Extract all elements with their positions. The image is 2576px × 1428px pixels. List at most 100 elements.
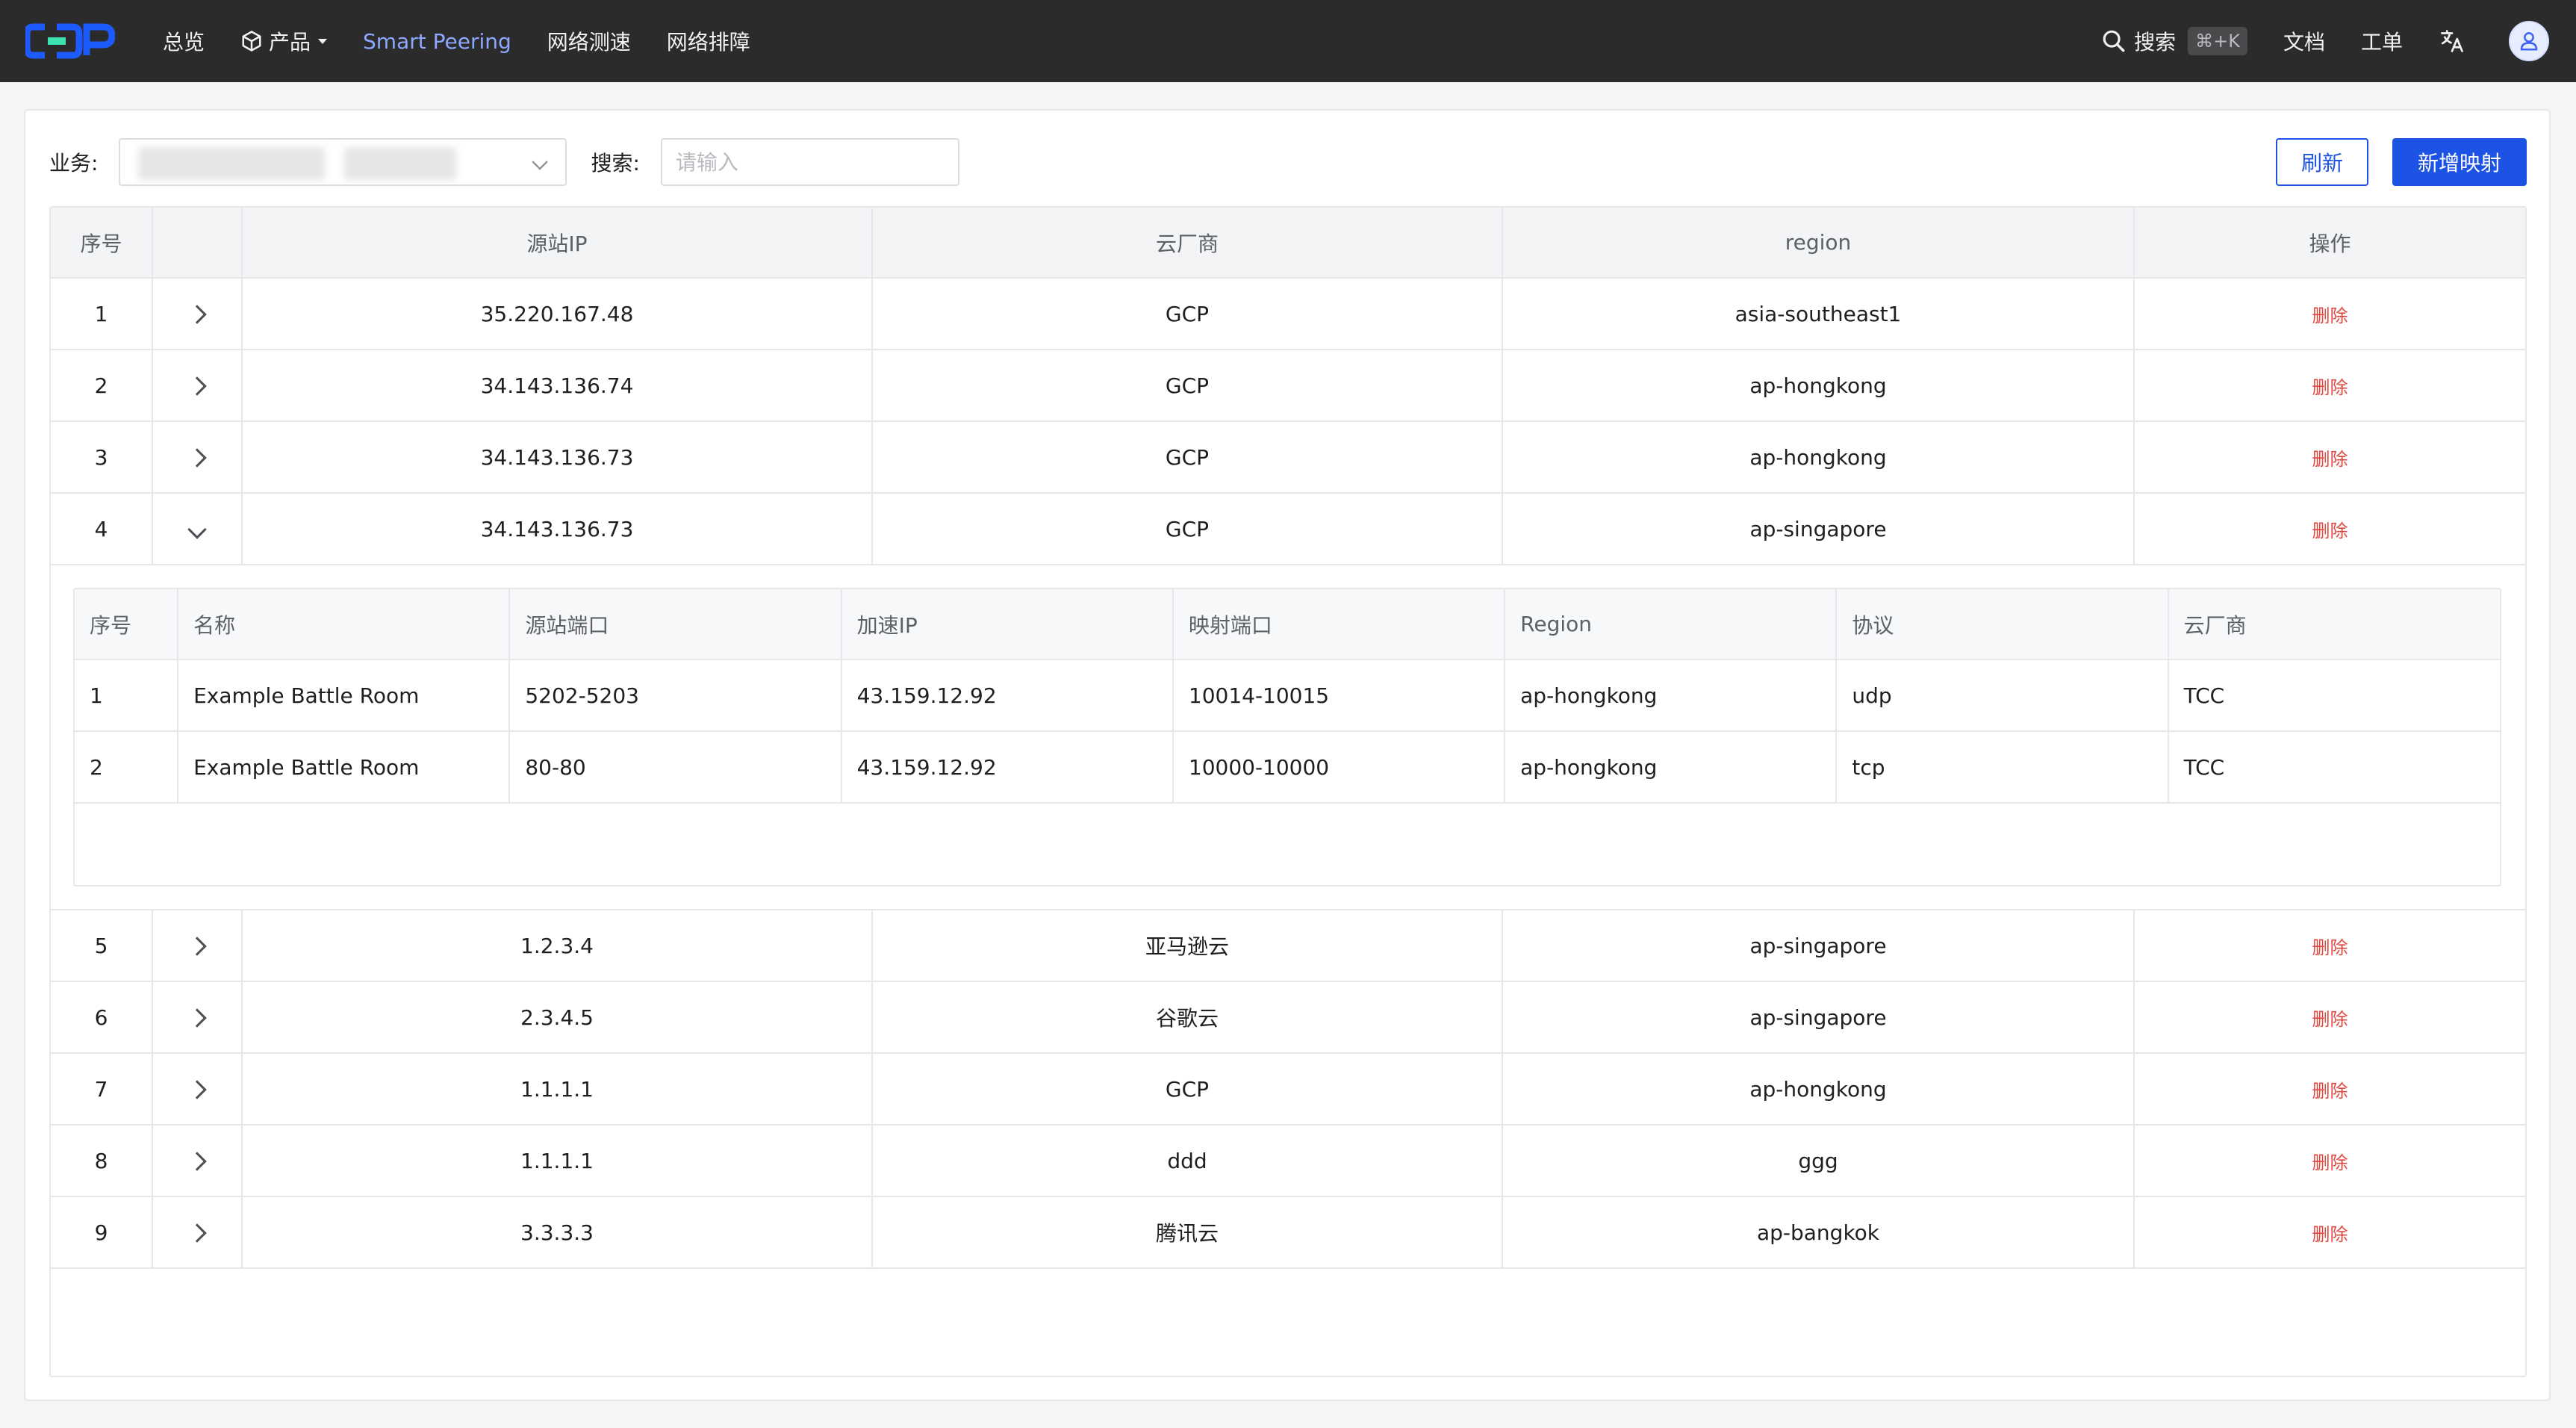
sub-row-region: ap-hongkong bbox=[1505, 659, 1838, 732]
logo-icon[interactable] bbox=[25, 21, 115, 61]
row-actions: 删除 bbox=[2134, 910, 2525, 982]
table-row: 5 1.2.3.4 亚马逊云 ap-singapore 删除 bbox=[51, 910, 2525, 982]
delete-link[interactable]: 删除 bbox=[2312, 1152, 2348, 1173]
row-source-ip: 2.3.4.5 bbox=[242, 981, 873, 1054]
business-select[interactable] bbox=[119, 138, 567, 186]
caret-down-icon bbox=[318, 38, 328, 44]
row-source-ip: 1.2.3.4 bbox=[242, 910, 873, 982]
row-expand-toggle[interactable] bbox=[152, 1196, 243, 1269]
delete-link[interactable]: 删除 bbox=[2312, 1009, 2348, 1030]
row-source-ip: 1.1.1.1 bbox=[242, 1125, 873, 1197]
sub-row-vendor: TCC bbox=[2168, 659, 2500, 732]
row-actions: 删除 bbox=[2134, 1196, 2525, 1269]
table-row: 3 34.143.136.73 GCP ap-hongkong 删除 bbox=[51, 421, 2525, 494]
delete-link[interactable]: 删除 bbox=[2312, 937, 2348, 958]
nav-item-speed-test[interactable]: 网络测速 bbox=[547, 26, 631, 56]
right-nav: 搜索 ⌘+K 文档 工单 bbox=[2101, 0, 2576, 82]
sub-row-source-port: 5202-5203 bbox=[509, 659, 842, 732]
search-filter-label: 搜索: bbox=[591, 151, 640, 176]
row-index: 8 bbox=[51, 1125, 153, 1197]
chevron-right-icon bbox=[187, 376, 207, 396]
avatar[interactable] bbox=[2509, 21, 2549, 61]
nav-item-smart-peering[interactable]: Smart Peering bbox=[363, 29, 511, 54]
delete-link[interactable]: 删除 bbox=[2312, 449, 2348, 470]
row-vendor: 亚马逊云 bbox=[872, 910, 1503, 982]
row-source-ip: 3.3.3.3 bbox=[242, 1196, 873, 1269]
sub-row-name: Example Battle Room bbox=[178, 731, 511, 804]
chevron-right-icon bbox=[187, 447, 207, 468]
row-region: ap-hongkong bbox=[1502, 1053, 2135, 1126]
row-actions: 删除 bbox=[2134, 493, 2525, 565]
docs-link[interactable]: 文档 bbox=[2283, 26, 2325, 56]
row-expand-toggle[interactable] bbox=[152, 910, 243, 982]
delete-link[interactable]: 删除 bbox=[2312, 1224, 2348, 1245]
row-expand-toggle[interactable] bbox=[152, 1125, 243, 1197]
refresh-button[interactable]: 刷新 bbox=[2275, 138, 2368, 186]
sub-row-index: 1 bbox=[75, 659, 179, 732]
row-source-ip: 34.143.136.73 bbox=[242, 421, 873, 494]
row-actions: 删除 bbox=[2134, 278, 2525, 350]
expanded-detail-row: 序号 名称 源站端口 加速IP 映射端口 Region 协议 云厂商 1 Exa… bbox=[51, 565, 2525, 910]
cube-icon bbox=[242, 31, 261, 52]
row-region: ap-hongkong bbox=[1502, 421, 2135, 494]
row-source-ip: 35.220.167.48 bbox=[242, 278, 873, 350]
sub-row-mapped-port: 10014-10015 bbox=[1172, 659, 1506, 732]
nav-item-troubleshoot[interactable]: 网络排障 bbox=[667, 26, 750, 56]
sub-column-header-vendor: 云厂商 bbox=[2168, 589, 2500, 660]
table-row: 9 3.3.3.3 腾讯云 ap-bangkok 删除 bbox=[51, 1196, 2525, 1269]
row-expand-toggle[interactable] bbox=[152, 421, 243, 494]
tickets-link[interactable]: 工单 bbox=[2361, 26, 2403, 56]
global-search-button[interactable]: 搜索 ⌘+K bbox=[2101, 26, 2247, 56]
nav-item-label: 总览 bbox=[163, 30, 205, 55]
nav-item-products[interactable]: 产品 bbox=[240, 26, 328, 56]
sub-column-header-index: 序号 bbox=[75, 589, 179, 660]
column-header-region: region bbox=[1502, 208, 2135, 279]
row-expand-toggle[interactable] bbox=[152, 981, 243, 1054]
row-source-ip: 1.1.1.1 bbox=[242, 1053, 873, 1126]
user-icon bbox=[2520, 32, 2538, 51]
row-region: ap-singapore bbox=[1502, 981, 2135, 1054]
table-row: 7 1.1.1.1 GCP ap-hongkong 删除 bbox=[51, 1053, 2525, 1126]
row-actions: 删除 bbox=[2134, 421, 2525, 494]
sub-row-source-port: 80-80 bbox=[509, 731, 842, 804]
main-nav: 总览 产品 Smart Peering 网络测速 网络排障 bbox=[163, 0, 786, 82]
table-row: 1 35.220.167.48 GCP asia-southeast1 删除 bbox=[51, 278, 2525, 350]
top-navbar: 总览 产品 Smart Peering 网络测速 网络排障 搜索 ⌘+K 文档 … bbox=[0, 0, 2576, 82]
row-vendor: 腾讯云 bbox=[872, 1196, 1503, 1269]
row-expand-toggle[interactable] bbox=[152, 1053, 243, 1126]
delete-link[interactable]: 删除 bbox=[2312, 1081, 2348, 1102]
row-vendor: GCP bbox=[872, 1053, 1503, 1126]
translate-icon[interactable] bbox=[2439, 28, 2465, 55]
row-index: 5 bbox=[51, 910, 153, 982]
row-vendor: GCP bbox=[872, 278, 1503, 350]
nav-item-overview[interactable]: 总览 bbox=[163, 26, 205, 56]
row-expand-toggle[interactable] bbox=[152, 350, 243, 422]
nav-item-label: 网络测速 bbox=[547, 30, 631, 55]
nav-item-label: Smart Peering bbox=[363, 28, 511, 54]
row-actions: 删除 bbox=[2134, 1053, 2525, 1126]
row-expand-toggle[interactable] bbox=[152, 278, 243, 350]
chevron-right-icon bbox=[187, 1151, 207, 1171]
search-label: 搜索 bbox=[2134, 30, 2177, 55]
row-region: ap-singapore bbox=[1502, 493, 2135, 565]
column-header-index: 序号 bbox=[51, 208, 153, 279]
sub-column-header-name: 名称 bbox=[178, 589, 511, 660]
delete-link[interactable]: 删除 bbox=[2312, 377, 2348, 398]
row-index: 4 bbox=[51, 493, 153, 565]
row-vendor: GCP bbox=[872, 493, 1503, 565]
delete-link[interactable]: 删除 bbox=[2312, 521, 2348, 541]
chevron-right-icon bbox=[187, 1223, 207, 1243]
row-expand-toggle[interactable] bbox=[152, 493, 243, 565]
search-input[interactable] bbox=[660, 138, 959, 186]
row-source-ip: 34.143.136.73 bbox=[242, 493, 873, 565]
delete-link[interactable]: 删除 bbox=[2312, 305, 2348, 326]
row-vendor: 谷歌云 bbox=[872, 981, 1503, 1054]
add-mapping-button[interactable]: 新增映射 bbox=[2392, 138, 2527, 186]
table-row: 6 2.3.4.5 谷歌云 ap-singapore 删除 bbox=[51, 981, 2525, 1054]
expanded-detail-cell: 序号 名称 源站端口 加速IP 映射端口 Region 协议 云厂商 1 Exa… bbox=[51, 565, 2525, 910]
table-header-row: 序号 源站IP 云厂商 region 操作 bbox=[51, 208, 2525, 279]
sub-column-header-accel-ip: 加速IP bbox=[841, 589, 1174, 660]
business-filter-label: 业务: bbox=[49, 151, 99, 176]
sub-row-region: ap-hongkong bbox=[1505, 731, 1838, 804]
subtable-header-row: 序号 名称 源站端口 加速IP 映射端口 Region 协议 云厂商 bbox=[75, 589, 2500, 660]
